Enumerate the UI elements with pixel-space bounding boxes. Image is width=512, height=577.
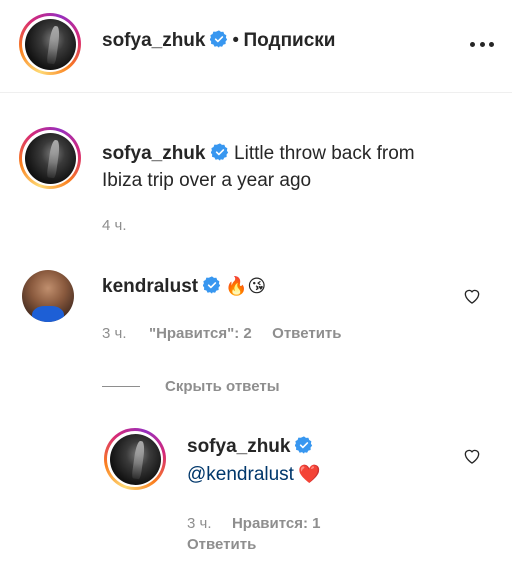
avatar-image — [24, 18, 76, 70]
post-header: sofya_zhuk • Подписки — [0, 0, 512, 93]
comment-meta: 3 ч. "Нравится": 2 Ответить — [102, 325, 342, 343]
verified-badge-icon — [202, 276, 220, 294]
reply-likes[interactable]: Нравится: 1 — [232, 515, 321, 532]
hide-replies-line — [102, 386, 140, 387]
heart-emoji: ❤️ — [298, 464, 321, 484]
reply-meta: 3 ч. Нравится: 1 — [187, 515, 320, 533]
hide-replies-button[interactable]: Скрыть ответы — [165, 378, 280, 395]
caption-username[interactable]: sofya_zhuk — [102, 143, 205, 164]
reply-time: 3 ч. — [187, 515, 212, 532]
header-avatar[interactable] — [19, 13, 81, 75]
comment-time: 3 ч. — [102, 325, 127, 342]
avatar-image — [24, 132, 76, 184]
caption-time: 4 ч. — [102, 217, 127, 234]
fire-emoji: 🔥 — [225, 276, 248, 296]
following-button[interactable]: Подписки — [244, 30, 336, 51]
caption: sofya_zhuk Little throw back from Ibiza … — [102, 140, 492, 194]
reply-body: @kendralust ❤️ — [187, 464, 321, 486]
comment-reply-button[interactable]: Ответить — [272, 325, 341, 342]
comment-username[interactable]: kendralust — [102, 276, 198, 297]
verified-badge-icon — [210, 143, 228, 161]
caption-text-line1: Little throw back from — [234, 143, 415, 164]
mention-link[interactable]: @kendralust — [187, 464, 294, 485]
reply-username[interactable]: sofya_zhuk — [187, 436, 290, 457]
avatar-image — [109, 433, 161, 485]
heart-outline-icon[interactable] — [462, 446, 482, 466]
verified-badge-icon — [209, 30, 228, 48]
kiss-emoji: 😘 — [247, 276, 267, 296]
more-options-icon[interactable] — [470, 40, 494, 48]
caption-text-line2: Ibiza trip over a year ago — [102, 170, 312, 191]
header-username[interactable]: sofya_zhuk — [102, 30, 205, 51]
comment-line: kendralust 🔥😘 — [102, 276, 266, 298]
reply-reply-button[interactable]: Ответить — [187, 536, 256, 553]
comment-avatar[interactable] — [22, 270, 74, 322]
heart-outline-icon[interactable] — [462, 286, 482, 306]
reply-header: sofya_zhuk — [187, 436, 313, 458]
comment-likes[interactable]: "Нравится": 2 — [149, 325, 252, 342]
header-separator: • — [232, 30, 240, 51]
verified-badge-icon — [294, 436, 313, 454]
reply-avatar[interactable] — [104, 428, 166, 490]
caption-avatar[interactable] — [19, 127, 81, 189]
